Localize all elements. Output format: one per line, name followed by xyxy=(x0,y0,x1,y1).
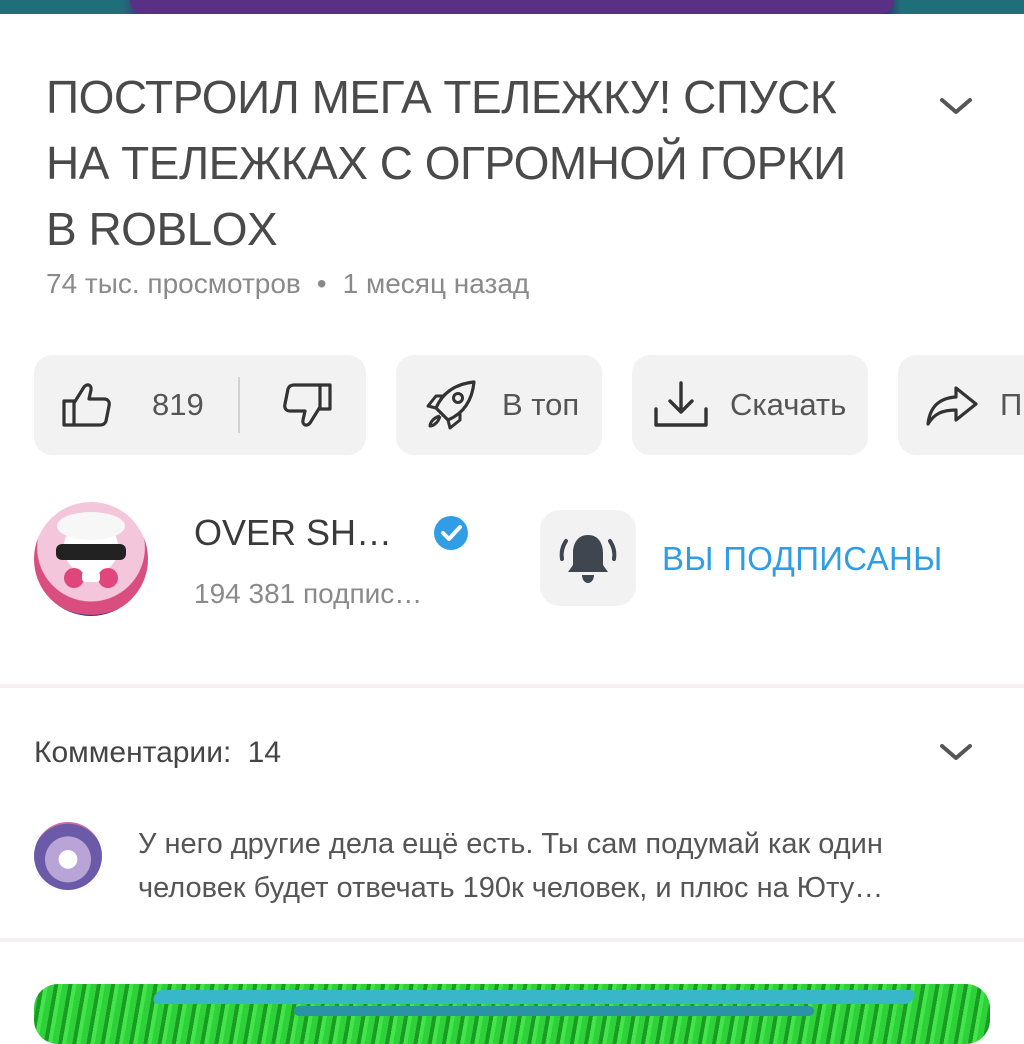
promote-label: В топ xyxy=(502,387,580,422)
channel-name[interactable]: OVER SH… xyxy=(194,512,392,554)
comments-count: 14 xyxy=(247,736,282,769)
upload-age: 1 месяц назад xyxy=(342,268,530,299)
like-dislike-bar: 819 xyxy=(34,355,366,455)
download-button[interactable]: Скачать xyxy=(632,355,868,455)
video-meta: 74 тыс. просмотров • 1 месяц назад xyxy=(46,268,529,300)
verified-icon xyxy=(432,514,470,552)
comments-label: Комментарии: xyxy=(34,736,232,769)
commenter-avatar xyxy=(34,822,102,890)
rocket-icon xyxy=(422,376,480,434)
video-title[interactable]: ПОСТРОИЛ МЕГА ТЕЛЕЖКУ! СПУСК НА ТЕЛЕЖКАХ… xyxy=(46,64,866,262)
meta-separator: • xyxy=(316,268,327,299)
share-label: П xyxy=(1000,387,1023,422)
like-dislike-divider xyxy=(237,377,240,433)
chevron-down-icon[interactable] xyxy=(936,86,976,126)
view-count: 74 тыс. просмотров xyxy=(46,268,301,299)
section-divider xyxy=(0,684,1024,688)
channel-avatar[interactable] xyxy=(34,502,148,616)
next-video-thumbnail[interactable] xyxy=(34,984,990,1044)
thumb-down-icon[interactable] xyxy=(280,381,334,429)
like-count[interactable]: 819 xyxy=(152,387,204,423)
promote-button[interactable]: В топ xyxy=(396,355,602,455)
video-player-bottom-edge[interactable] xyxy=(0,0,1024,14)
subscribed-status-button[interactable]: ВЫ ПОДПИСАНЫ xyxy=(662,540,943,578)
subscriber-count: 194 381 подпис… xyxy=(194,578,423,609)
share-icon xyxy=(924,382,980,428)
top-comment-text[interactable]: У него другие дела ещё есть. Ты сам поду… xyxy=(138,822,988,910)
download-icon xyxy=(652,379,710,431)
notification-bell-button[interactable] xyxy=(540,510,636,606)
section-divider xyxy=(0,938,1024,942)
share-button[interactable]: П xyxy=(898,355,1024,455)
thumb-up-icon[interactable] xyxy=(60,381,114,429)
bell-icon xyxy=(557,527,619,589)
chevron-down-icon[interactable] xyxy=(936,732,976,772)
comments-header[interactable]: Комментарии: 14 xyxy=(34,736,281,770)
download-label: Скачать xyxy=(730,387,847,422)
